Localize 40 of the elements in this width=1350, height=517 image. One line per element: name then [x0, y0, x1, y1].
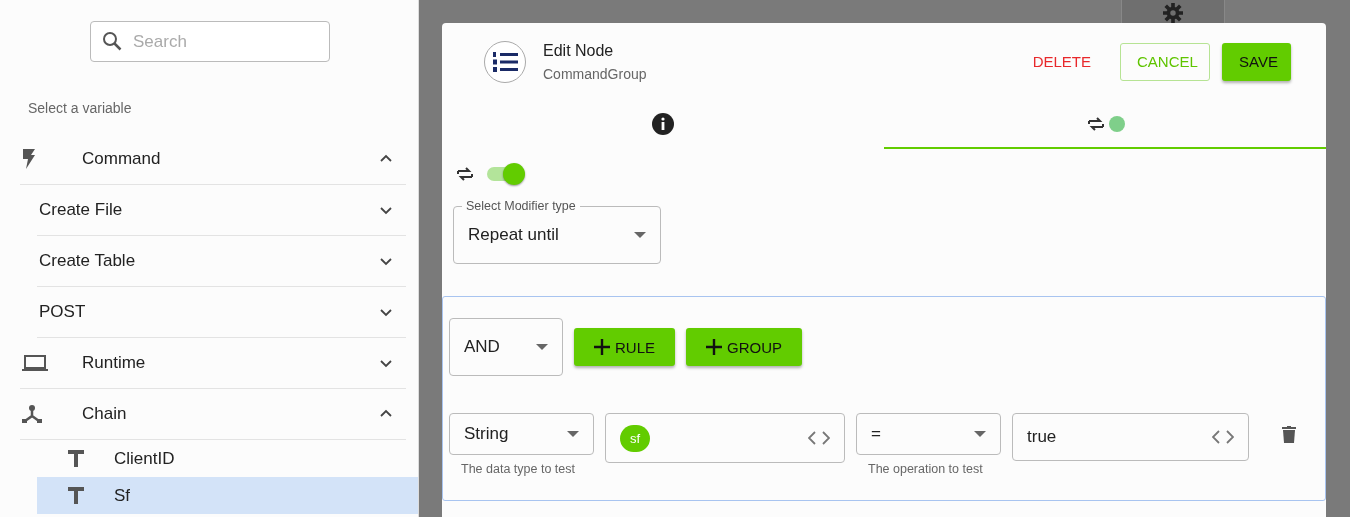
combinator-select[interactable]: AND: [449, 318, 563, 376]
text-type-icon: [67, 450, 84, 467]
info-icon: [652, 112, 674, 135]
variable-item[interactable]: ClientID: [37, 440, 418, 477]
dialog-subtitle: CommandGroup: [543, 65, 648, 82]
tree-group-label[interactable]: Chain: [82, 404, 376, 424]
modifier-toggle[interactable]: [487, 163, 525, 185]
code-icon: [808, 431, 830, 445]
dialog-button[interactable]: SAVE: [1222, 42, 1291, 81]
add-button[interactable]: RULE: [574, 328, 675, 366]
value-input[interactable]: true: [1012, 413, 1249, 461]
code-icon: [1212, 430, 1234, 444]
tree-item-label[interactable]: Create File: [37, 200, 376, 220]
add-button[interactable]: GROUP: [686, 328, 803, 366]
dropdown-caret-icon: [974, 431, 986, 437]
operator-select[interactable]: =: [856, 413, 1001, 455]
dropdown-caret-icon: [634, 232, 646, 238]
text-type-icon: [67, 487, 84, 504]
helper-text: The data type to test: [461, 462, 576, 476]
dialog-button[interactable]: DELETE: [1015, 42, 1108, 81]
search-field[interactable]: Search: [90, 21, 330, 62]
numbered-list-icon: [484, 40, 526, 83]
helper-text: The operation to test: [868, 462, 984, 476]
tree-group-label[interactable]: Runtime: [82, 353, 376, 373]
data-type-select[interactable]: String: [449, 413, 594, 455]
tree-item-label[interactable]: POST: [37, 302, 376, 322]
section-heading: Select a variable: [28, 100, 133, 118]
branch-icon: [22, 404, 42, 424]
plus-icon: [594, 339, 610, 355]
status-dot-icon: [1108, 115, 1125, 132]
delete-icon[interactable]: [1282, 426, 1296, 443]
laptop-icon: [22, 354, 48, 372]
tree-item-label[interactable]: Create Table: [37, 251, 376, 271]
variable-item[interactable]: Sf: [37, 477, 418, 514]
dialog-title: Edit Node: [543, 41, 615, 60]
plus-icon: [706, 339, 722, 355]
tree-group-label[interactable]: Command: [82, 149, 376, 169]
dropdown-caret-icon: [567, 431, 579, 437]
dropdown-caret-icon: [536, 344, 548, 350]
lightning-bolt-icon: [22, 149, 36, 169]
